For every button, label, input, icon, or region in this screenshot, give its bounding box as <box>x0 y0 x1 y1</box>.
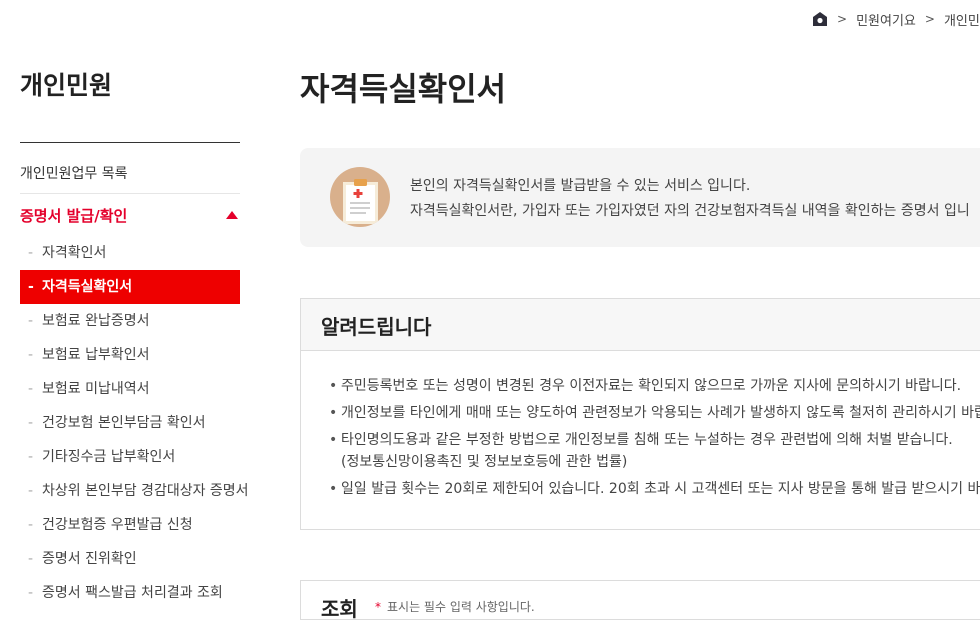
breadcrumb-item[interactable]: 민원여기요 <box>856 10 916 29</box>
sidebar-subitem-label: 증명서 팩스발급 처리결과 조회 <box>42 585 223 601</box>
dash-icon: - <box>28 449 34 465</box>
sidebar-subitem[interactable]: - 증명서 진위확인 <box>20 542 240 576</box>
notice-box: 알려드립니다 주민등록번호 또는 성명이 변경된 경우 이전자료는 확인되지 않… <box>300 298 980 530</box>
notice-text: 개인정보를 타인에게 매매 또는 양도하여 관련정보가 악용되는 사례가 발생하… <box>341 405 980 421</box>
notice-text-cont: (정보통신망이용촉진 및 정보보호등에 관한 법률) <box>341 454 628 470</box>
notice-item: 주민등록번호 또는 성명이 변경된 경우 이전자료는 확인되지 않으므로 가까운… <box>329 375 980 397</box>
dash-icon: - <box>28 313 34 329</box>
dash-icon: - <box>28 483 34 499</box>
triangle-up-icon <box>226 211 238 219</box>
sidebar-subitem[interactable]: - 건강보험증 우편발급 신청 <box>20 508 240 542</box>
sidebar-subitem[interactable]: - 차상위 본인부담 경감대상자 증명서 <box>20 474 249 508</box>
notice-item: 개인정보를 타인에게 매매 또는 양도하여 관련정보가 악용되는 사례가 발생하… <box>329 402 980 424</box>
chevron-right-icon: > <box>837 12 848 26</box>
dash-icon: - <box>28 517 34 533</box>
query-box: 조회 * 표시는 필수 입력 사항입니다. <box>300 580 980 621</box>
medical-document-icon <box>330 167 390 227</box>
sidebar-group-label: 증명서 발급/확인 <box>20 207 128 225</box>
sidebar-subitem-active[interactable]: - 자격득실확인서 <box>20 270 240 304</box>
sidebar-subitem-label: 보험료 납부확인서 <box>42 347 150 363</box>
sidebar-title: 개인민원 <box>20 71 113 100</box>
dash-icon: - <box>28 279 34 295</box>
sidebar-subitem[interactable]: - 기타징수금 납부확인서 <box>20 440 240 474</box>
breadcrumb-item[interactable]: 개인민원 <box>944 10 980 29</box>
home-icon[interactable] <box>812 11 828 27</box>
dash-icon: - <box>28 551 34 567</box>
notice-item: 타인명의도용과 같은 부정한 방법으로 개인정보를 침해 또는 누설하는 경우 … <box>329 429 980 473</box>
required-note: * 표시는 필수 입력 사항입니다. <box>375 598 535 615</box>
intro-text: 자격득실확인서란, 가입자 또는 가입자였던 자의 건강보험자격득실 내역을 확… <box>410 203 970 219</box>
sidebar-item-list[interactable]: 개인민원업무 목록 <box>20 160 240 194</box>
sidebar-subitem-label: 건강보험증 우편발급 신청 <box>42 517 193 533</box>
intro-box: 본인의 자격득실확인서를 발급받을 수 있는 서비스 입니다. 자격득실확인서란… <box>300 148 980 247</box>
sidebar-subitem[interactable]: - 보험료 납부확인서 <box>20 338 240 372</box>
dash-icon: - <box>28 347 34 363</box>
notice-text: 주민등록번호 또는 성명이 변경된 경우 이전자료는 확인되지 않으므로 가까운… <box>341 378 962 394</box>
chevron-right-icon: > <box>924 12 935 26</box>
notice-header: 알려드립니다 <box>301 299 980 351</box>
dash-icon: - <box>28 585 34 601</box>
sidebar-subitem[interactable]: - 증명서 팩스발급 처리결과 조회 <box>20 576 240 610</box>
sidebar-subitem-label: 차상위 본인부담 경감대상자 증명서 <box>42 483 249 499</box>
sidebar-subitem[interactable]: - 보험료 완납증명서 <box>20 304 240 338</box>
sidebar-subitem[interactable]: - 건강보험 본인부담금 확인서 <box>20 406 240 440</box>
sidebar-submenu: - 자격확인서 - 자격득실확인서 - 보험료 완납증명서 - 보험료 납부확인서 -보… <box>20 236 249 610</box>
sidebar-subitem-label: 자격득실확인서 <box>42 279 133 295</box>
notice-list: 주민등록번호 또는 성명이 변경된 경우 이전자료는 확인되지 않으므로 가까운… <box>329 375 980 505</box>
sidebar-group-certificates[interactable]: 증명서 발급/확인 <box>20 200 240 232</box>
dash-icon: - <box>28 415 34 431</box>
sidebar-subitem-label: 기타징수금 납부확인서 <box>42 449 176 465</box>
notice-title: 알려드립니다 <box>321 315 432 339</box>
intro-text: 본인의 자격득실확인서를 발급받을 수 있는 서비스 입니다. <box>410 178 751 194</box>
sidebar-subitem[interactable]: - 자격확인서 <box>20 236 240 270</box>
required-star-icon: * <box>375 600 381 614</box>
sidebar-subitem[interactable]: - 보험료 미납내역서 <box>20 372 240 406</box>
notice-text: 타인명의도용과 같은 부정한 방법으로 개인정보를 침해 또는 누설하는 경우 … <box>341 432 953 448</box>
page-title: 자격득실확인서 <box>300 70 507 108</box>
sidebar-subitem-label: 건강보험 본인부담금 확인서 <box>42 415 206 431</box>
breadcrumb: > 민원여기요 > 개인민원 <box>812 9 980 29</box>
notice-item: 일일 발급 횟수는 20회로 제한되어 있습니다. 20회 초과 시 고객센터 … <box>329 478 980 500</box>
sidebar-subitem-label: 보험료 미납내역서 <box>42 381 150 397</box>
sidebar-subitem-label: 증명서 진위확인 <box>42 551 137 567</box>
sidebar-subitem-label: 보험료 완납증명서 <box>42 313 150 329</box>
dash-icon: - <box>28 245 34 261</box>
sidebar-subitem-label: 자격확인서 <box>42 245 107 261</box>
dash-icon: - <box>28 381 34 397</box>
divider <box>20 142 240 143</box>
notice-text: 일일 발급 횟수는 20회로 제한되어 있습니다. 20회 초과 시 고객센터 … <box>341 481 980 497</box>
required-note-text: 표시는 필수 입력 사항입니다. <box>387 600 535 614</box>
